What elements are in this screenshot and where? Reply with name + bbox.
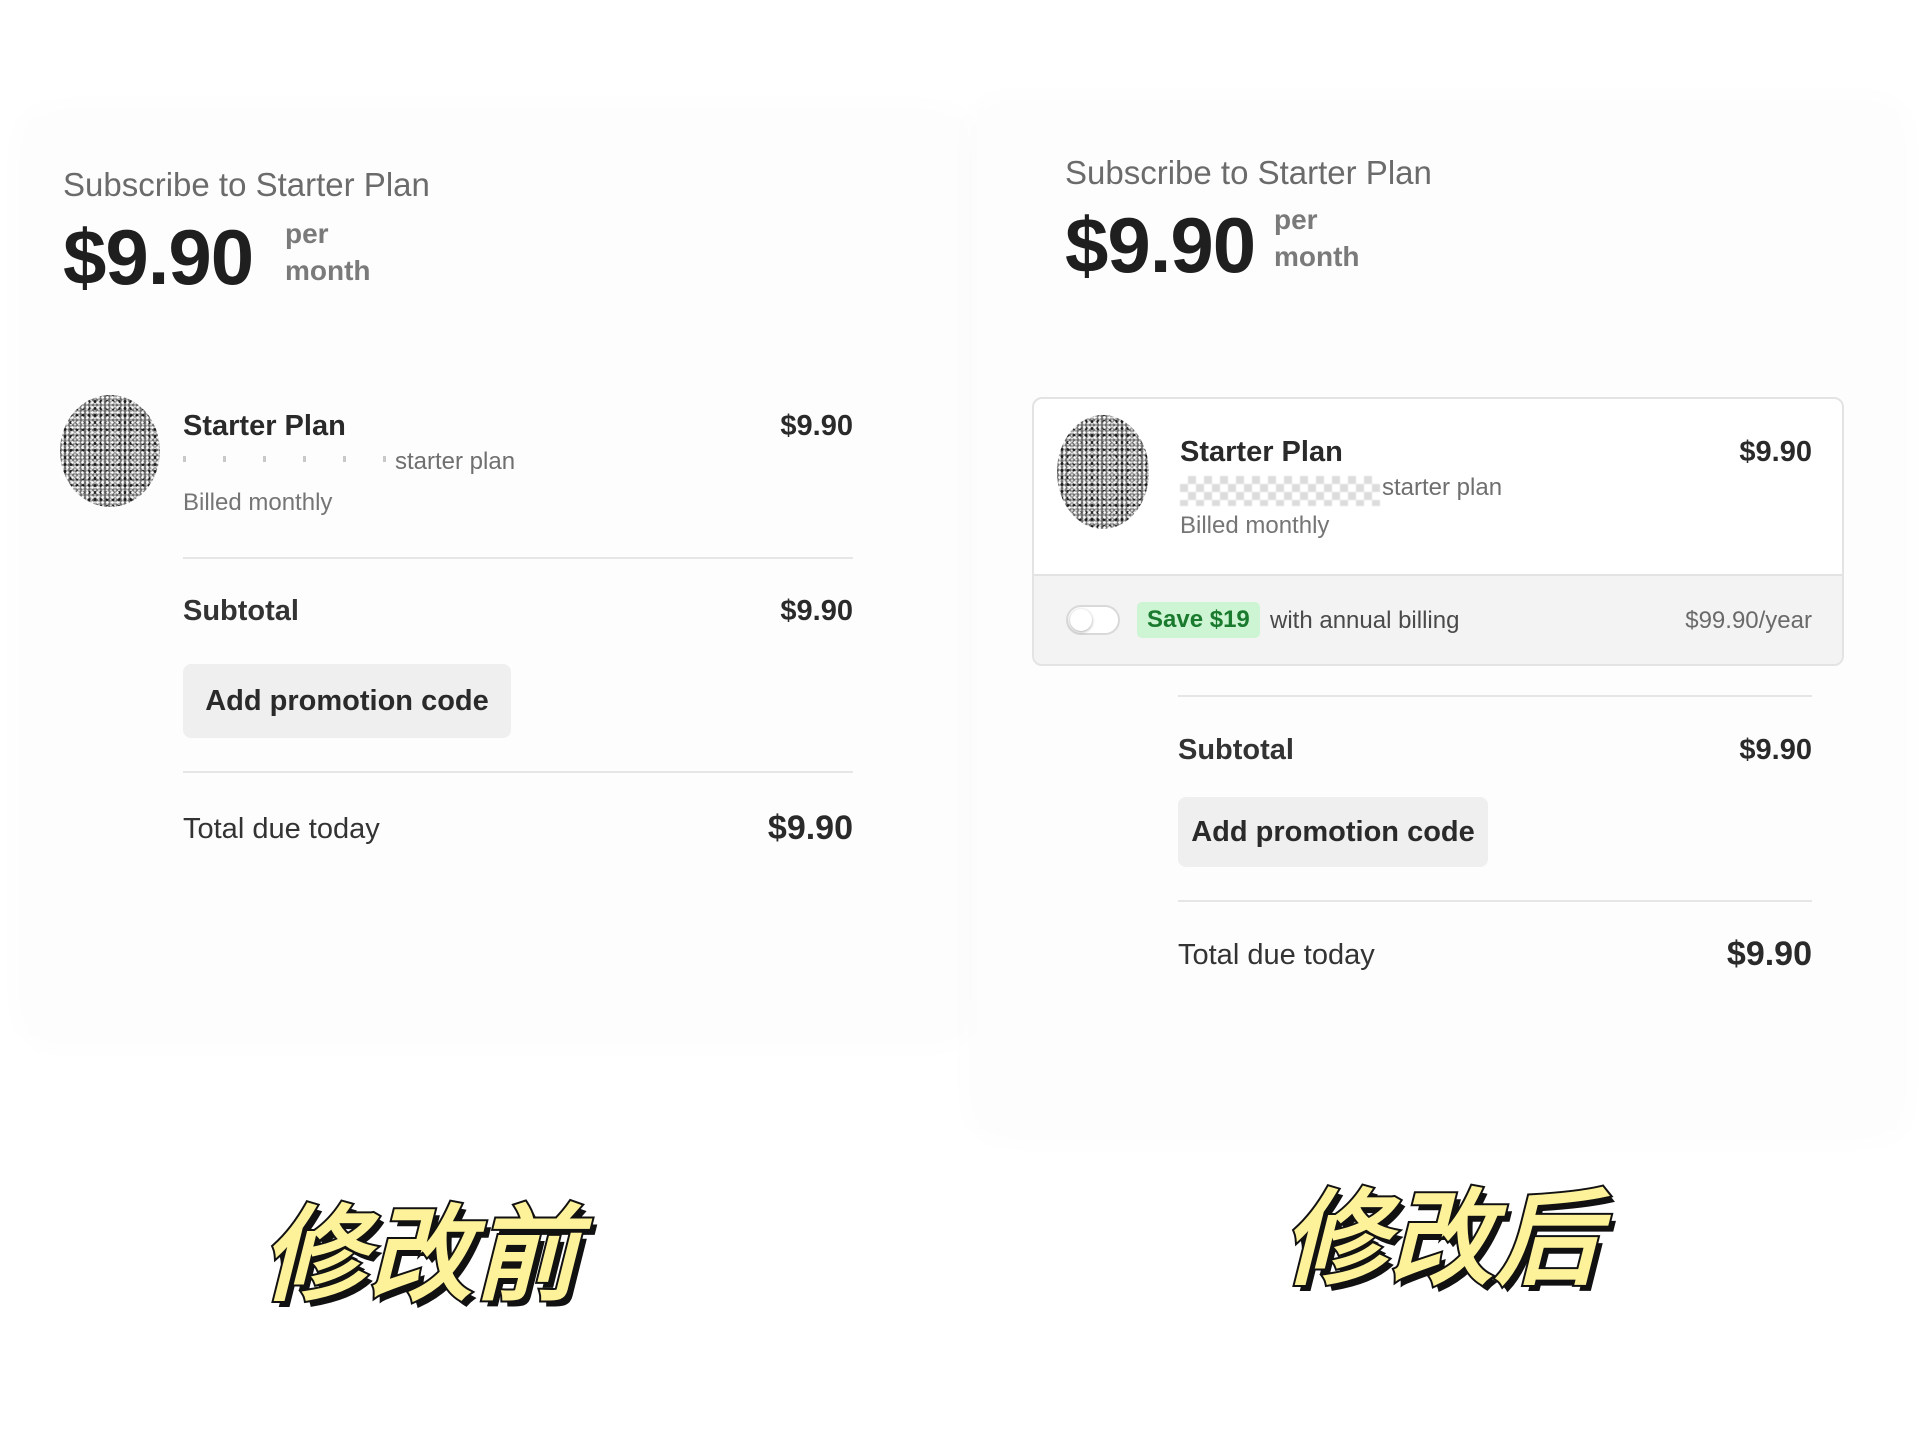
annual-billing-toggle[interactable] (1066, 605, 1120, 635)
plan-thumbnail-image (1057, 415, 1149, 529)
divider (1178, 695, 1812, 697)
price-month-label: month (285, 255, 371, 286)
price-per-label: per (285, 218, 329, 249)
subtotal-amount: $9.90 (780, 595, 853, 627)
toggle-knob (1070, 609, 1092, 631)
plan-card: Starter Plan starter plan Billed monthly… (1032, 397, 1844, 666)
divider (1178, 900, 1812, 902)
plan-thumbnail-image (60, 395, 160, 507)
checkout-panel-before: Subscribe to Starter Plan $9.90 per mont… (28, 118, 963, 1036)
add-promotion-code-button[interactable]: Add promotion code (183, 664, 511, 738)
divider (183, 557, 853, 559)
redacted-description (183, 456, 408, 462)
plan-description: starter plan (395, 448, 516, 475)
total-due-amount: $9.90 (1726, 935, 1812, 973)
annual-billing-text: with annual billing (1270, 607, 1460, 634)
subtotal-label: Subtotal (1178, 734, 1294, 766)
subscribe-title: Subscribe to Starter Plan (63, 166, 430, 203)
checkout-panel-after: Subscribe to Starter Plan $9.90 per mont… (978, 108, 1898, 1130)
plan-description: starter plan (1382, 474, 1503, 501)
subtotal-label: Subtotal (183, 595, 299, 627)
price-period: per month (285, 215, 371, 289)
save-badge: Save $19 (1137, 602, 1260, 638)
total-due-amount: $9.90 (767, 809, 853, 847)
plan-billing-cycle: Billed monthly (1180, 512, 1330, 539)
total-due-label: Total due today (183, 813, 380, 845)
price-per-label: per (1274, 204, 1318, 235)
caption-after: 修改后 (1281, 1176, 1602, 1302)
divider (183, 771, 853, 773)
plan-amount: $9.90 (1739, 436, 1812, 468)
caption-before: 修改前 (260, 1192, 581, 1318)
redacted-description (1180, 476, 1380, 506)
price-amount: $9.90 (1065, 201, 1256, 289)
price-month-label: month (1274, 241, 1360, 272)
add-promotion-code-button[interactable]: Add promotion code (1178, 797, 1488, 867)
plan-name: Starter Plan (1180, 436, 1343, 468)
plan-billing-cycle: Billed monthly (183, 489, 333, 516)
annual-billing-row: Save $19 with annual billing $99.90/year (1034, 574, 1842, 664)
subscribe-title: Subscribe to Starter Plan (1065, 154, 1432, 191)
annual-price: $99.90/year (1685, 607, 1812, 634)
plan-name: Starter Plan (183, 410, 346, 442)
price-period: per month (1274, 201, 1360, 275)
total-due-label: Total due today (1178, 939, 1375, 971)
subtotal-amount: $9.90 (1739, 734, 1812, 766)
price-amount: $9.90 (63, 213, 254, 301)
plan-amount: $9.90 (780, 410, 853, 442)
